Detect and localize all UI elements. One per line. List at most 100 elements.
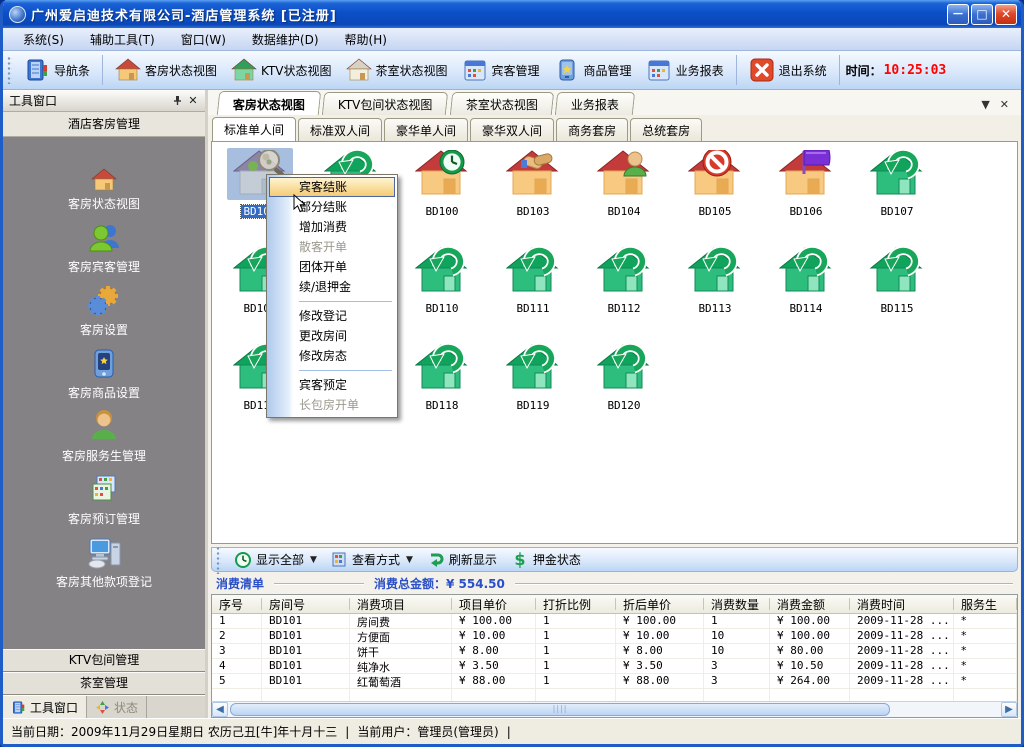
context-menu-item-修改房态[interactable]: 修改房态 [269, 346, 395, 366]
scroll-right-icon[interactable]: ▶ [1001, 702, 1017, 717]
context-menu-item-宾客结账[interactable]: 宾客结账 [269, 177, 395, 197]
column-header-消费数量[interactable]: 消费数量 [704, 595, 770, 613]
doc-tab-KTV包间状态视图[interactable]: KTV包间状态视图 [322, 92, 449, 115]
toolbar-button[interactable]: 宾客管理 [456, 55, 546, 85]
table-row[interactable]: 1BD101房间费¥ 100.001¥ 100.001¥ 100.002009-… [212, 614, 1017, 629]
toolbar-button[interactable]: KTV状态视图 [225, 55, 337, 85]
toolbar-button[interactable]: 茶室状态视图 [340, 55, 454, 85]
room-BD118[interactable]: BD118 [400, 342, 484, 412]
column-header-序号[interactable]: 序号 [212, 595, 262, 613]
column-header-打折比例[interactable]: 打折比例 [536, 595, 616, 613]
sidebar-item-7[interactable]: 客房其他款项登记 [3, 531, 205, 594]
doc-tab-客房状态视图[interactable]: 客房状态视图 [217, 91, 322, 115]
minimize-button[interactable]: － [947, 4, 969, 25]
table-row[interactable]: 4BD101纯净水¥ 3.501¥ 3.503¥ 10.502009-11-28… [212, 659, 1017, 674]
room-BD111[interactable]: BD111 [491, 245, 575, 315]
menubar-item[interactable]: 数据维护(D) [240, 29, 331, 50]
room-type-tab-总统套房[interactable]: 总统套房 [630, 118, 702, 141]
room-type-tab-豪华单人间[interactable]: 豪华单人间 [384, 118, 468, 141]
doc-tab-业务报表[interactable]: 业务报表 [554, 92, 634, 115]
table-cell: 5 [212, 674, 262, 688]
main-toolbar: 导航条客房状态视图KTV状态视图茶室状态视图宾客管理商品管理业务报表退出系统时间… [3, 51, 1021, 90]
room-house-icon [591, 148, 657, 200]
room-BD103[interactable]: BD103 [491, 148, 575, 218]
room-BD105[interactable]: BD105 [673, 148, 757, 218]
table-row[interactable]: 3BD101饼干¥ 8.001¥ 8.0010¥ 80.002009-11-28… [212, 644, 1017, 659]
menubar-item[interactable]: 窗口(W) [169, 29, 238, 50]
sidebar-item-2[interactable]: 客房宾客管理 [3, 216, 205, 279]
menubar-item[interactable]: 系统(S) [11, 29, 76, 50]
sidebar-item-3[interactable]: 客房设置 [3, 279, 205, 342]
horizontal-scrollbar[interactable]: ◀ ▶ [211, 701, 1018, 718]
room-BD119[interactable]: BD119 [491, 342, 575, 412]
menubar-item[interactable]: 辅助工具(T) [78, 29, 167, 50]
sidebar-group-button-1[interactable]: KTV包间管理 [3, 649, 205, 672]
room-BD106[interactable]: BD106 [764, 148, 848, 218]
table-row[interactable]: 5BD101红葡萄酒¥ 88.001¥ 88.003¥ 264.002009-1… [212, 674, 1017, 689]
room-BD100[interactable]: BD100 [400, 148, 484, 218]
doc-tab-label: 业务报表 [570, 96, 618, 113]
context-menu-item-修改登记[interactable]: 修改登记 [269, 306, 395, 326]
toolbar-grip[interactable] [216, 546, 221, 574]
room-BD114[interactable]: BD114 [764, 245, 848, 315]
column-header-消费金额[interactable]: 消费金额 [770, 595, 850, 613]
table-row[interactable]: 2BD101方便面¥ 10.001¥ 10.0010¥ 100.002009-1… [212, 629, 1017, 644]
context-menu-item-续/退押金[interactable]: 续/退押金 [269, 277, 395, 297]
close-icon[interactable]: ✕ [185, 93, 201, 109]
status-icon [95, 700, 110, 715]
toolbar-button[interactable]: 导航条 [18, 55, 96, 85]
column-header-房间号[interactable]: 房间号 [262, 595, 350, 613]
context-menu-item-长包房开单[interactable]: 长包房开单 [269, 395, 395, 415]
room-BD110[interactable]: BD110 [400, 245, 484, 315]
toolbar-button[interactable]: 客房状态视图 [109, 55, 223, 85]
room-type-tab-商务套房[interactable]: 商务套房 [556, 118, 628, 141]
room-BD115[interactable]: BD115 [855, 245, 939, 315]
doc-tab-茶室状态视图[interactable]: 茶室状态视图 [449, 92, 553, 115]
sidebar-item-6[interactable]: 客房预订管理 [3, 468, 205, 531]
scrollbar-thumb[interactable] [230, 703, 890, 716]
room-BD104[interactable]: BD104 [582, 148, 666, 218]
context-menu-item-团体开单[interactable]: 团体开单 [269, 257, 395, 277]
room-BD113[interactable]: BD113 [673, 245, 757, 315]
context-menu-item-宾客预定[interactable]: 宾客预定 [269, 375, 395, 395]
column-header-服务生[interactable]: 服务生 [954, 595, 1017, 613]
sidebar-item-4[interactable]: 客房商品设置 [3, 342, 205, 405]
sidebar-tab-status[interactable]: 状态 [87, 696, 147, 718]
tab-dropdown-icon[interactable]: ▼ [981, 98, 989, 111]
room-BD112[interactable]: BD112 [582, 245, 666, 315]
tab-close-icon[interactable]: ✕ [1000, 98, 1009, 111]
context-menu-item-更改房间[interactable]: 更改房间 [269, 326, 395, 346]
toolbar-grip[interactable] [7, 56, 12, 84]
toolbar-separator [839, 55, 840, 85]
toolbar-button[interactable]: 退出系统 [743, 55, 833, 85]
context-menu-item-部分结账[interactable]: 部分结账 [269, 197, 395, 217]
consume-toolbar-button[interactable]: 显示全部▼ [229, 550, 322, 570]
chevron-down-icon[interactable]: ▼ [406, 555, 413, 565]
room-BD107[interactable]: BD107 [855, 148, 939, 218]
room-type-tab-豪华双人间[interactable]: 豪华双人间 [470, 118, 554, 141]
chevron-down-icon[interactable]: ▼ [310, 555, 317, 565]
pin-icon[interactable] [169, 93, 185, 109]
scroll-left-icon[interactable]: ◀ [212, 702, 228, 717]
consume-toolbar-button[interactable]: 查看方式▼ [326, 550, 418, 569]
room-type-tab-标准单人间[interactable]: 标准单人间 [212, 117, 296, 141]
close-button[interactable]: ✕ [995, 4, 1017, 25]
sidebar-item-5[interactable]: 客房服务生管理 [3, 405, 205, 468]
menubar-item[interactable]: 帮助(H) [333, 29, 399, 50]
sidebar-tab-tools[interactable]: 工具窗口 [3, 696, 87, 718]
context-menu-item-增加消费[interactable]: 增加消费 [269, 217, 395, 237]
sidebar-item-1[interactable]: 客房状态视图 [3, 153, 205, 216]
room-type-tab-标准双人间[interactable]: 标准双人间 [298, 118, 382, 141]
sidebar-group-button-2[interactable]: 茶室管理 [3, 672, 205, 695]
column-header-项目单价[interactable]: 项目单价 [452, 595, 536, 613]
column-header-消费时间[interactable]: 消费时间 [850, 595, 954, 613]
room-BD120[interactable]: BD120 [582, 342, 666, 412]
column-header-折后单价[interactable]: 折后单价 [616, 595, 704, 613]
consume-toolbar-button[interactable]: 刷新显示 [422, 550, 502, 570]
toolbar-button[interactable]: 商品管理 [548, 55, 638, 85]
maximize-button[interactable]: □ [971, 4, 993, 25]
column-header-消费项目[interactable]: 消费项目 [350, 595, 452, 613]
toolbar-button[interactable]: 业务报表 [640, 55, 730, 85]
context-menu-item-散客开单[interactable]: 散客开单 [269, 237, 395, 257]
consume-toolbar-button[interactable]: $押金状态 [506, 550, 586, 570]
